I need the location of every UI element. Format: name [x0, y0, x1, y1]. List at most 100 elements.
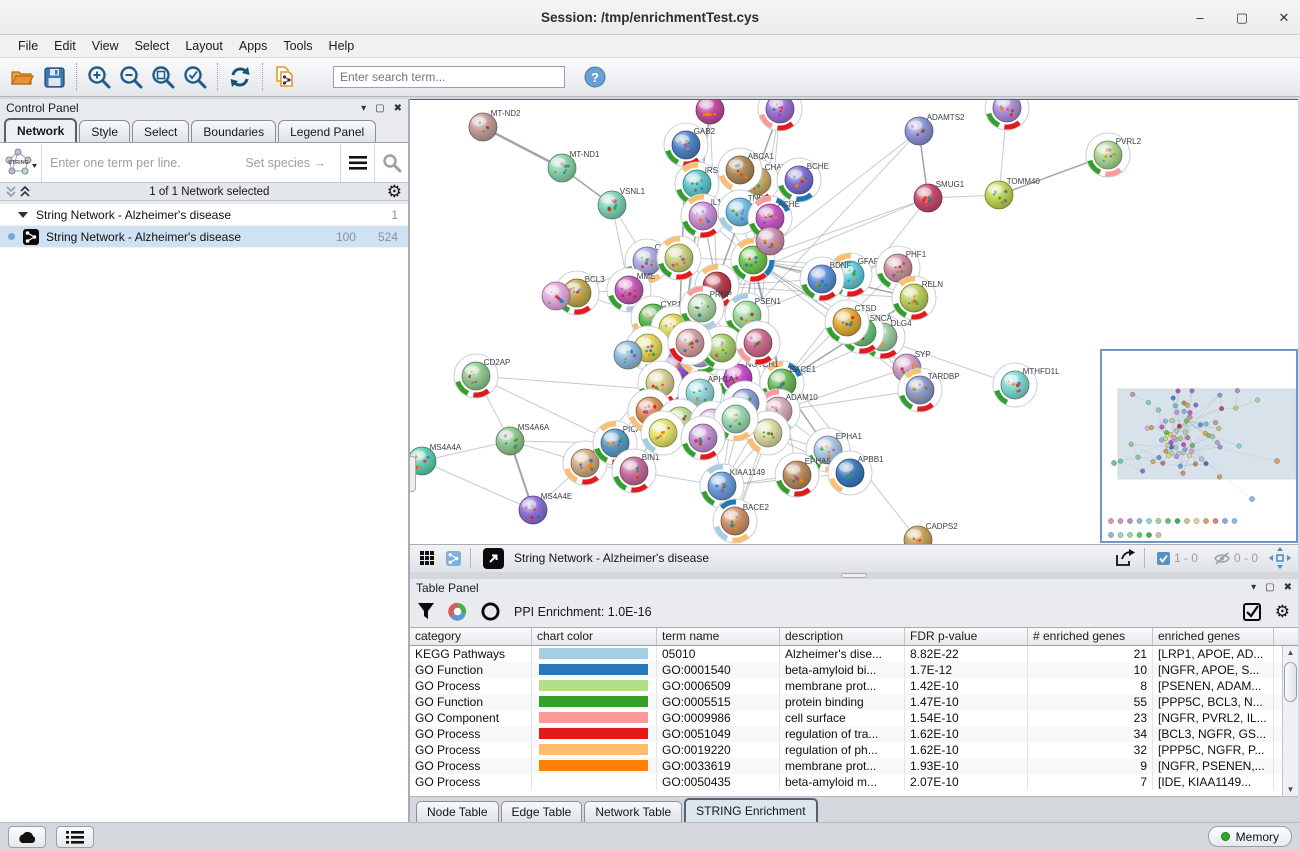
column-header-FDR-p-value[interactable]: FDR p-value [905, 628, 1028, 645]
network-node-mthfd1l[interactable]: MTHFD1L [993, 363, 1060, 407]
enrichment-settings-gear-icon[interactable]: ⚙ [1275, 603, 1290, 620]
scroll-up-icon[interactable]: ▲ [1284, 648, 1297, 657]
table-row[interactable]: GO ProcessGO:0050435beta-amyloid m...2.0… [410, 774, 1298, 790]
table-panel-menu-icon[interactable]: ▾ [1251, 582, 1256, 593]
filter-icon[interactable] [418, 603, 434, 620]
network-node[interactable] [985, 100, 1029, 130]
ring-chart-icon[interactable] [481, 602, 500, 621]
eye-slash-icon[interactable] [1214, 552, 1230, 565]
network-node-bace2[interactable]: BACE2 [713, 499, 769, 543]
table-scrollbar[interactable]: ▲ ▼ [1282, 646, 1298, 796]
network-node-bin1[interactable]: BIN1 [612, 449, 660, 493]
minimize-icon[interactable]: – [1192, 10, 1208, 25]
string-logo[interactable]: STRING [0, 144, 42, 182]
network-from-selection-button[interactable] [269, 61, 301, 93]
network-row-selected[interactable]: String Network - Alzheimer's disease 100… [0, 226, 408, 248]
network-node-ms4a4a[interactable]: MS4A4A [410, 443, 462, 475]
menu-view[interactable]: View [84, 39, 127, 53]
network-node-cd2ap[interactable]: CD2AP [454, 354, 510, 398]
zoom-out-button[interactable] [115, 61, 147, 93]
table-row[interactable]: GO FunctionGO:0005515protein binding1.47… [410, 694, 1298, 710]
network-node-tardbp[interactable]: TARDBP [898, 368, 960, 412]
panel-menu-icon[interactable]: ▾ [361, 103, 366, 114]
maximize-icon[interactable]: ▢ [1234, 10, 1250, 26]
open-session-button[interactable] [6, 61, 38, 93]
column-header-term-name[interactable]: term name [657, 628, 780, 645]
open-in-string-button[interactable] [483, 548, 504, 569]
set-species-label[interactable]: Set species → [245, 156, 332, 170]
table-row[interactable]: GO ProcessGO:0051049regulation of tra...… [410, 726, 1298, 742]
refresh-button[interactable] [224, 61, 256, 93]
cloud-tasks-button[interactable] [8, 826, 46, 848]
tab-style[interactable]: Style [79, 120, 130, 142]
network-node-reln[interactable]: RELN [892, 276, 943, 320]
table-row[interactable]: GO ProcessGO:0006509membrane prot...1.42… [410, 678, 1298, 694]
string-term-input[interactable]: Enter one term per line. Set species → [42, 156, 340, 170]
splitter-handle[interactable] [410, 456, 416, 492]
save-session-button[interactable] [38, 61, 70, 93]
network-node[interactable] [542, 282, 570, 310]
enrichment-chart-icon[interactable] [448, 602, 467, 621]
tab-network[interactable]: Network [4, 118, 77, 142]
network-node-adamts2[interactable]: ADAMTS2 [905, 113, 965, 145]
panel-divider[interactable] [410, 572, 1298, 579]
collapse-triangle-icon[interactable] [18, 212, 28, 218]
share-view-button[interactable] [440, 546, 466, 570]
scroll-down-icon[interactable]: ▼ [1284, 785, 1297, 794]
close-icon[interactable]: ✕ [1276, 10, 1292, 26]
column-header-chart-color[interactable]: chart color [532, 628, 657, 645]
network-node-bche[interactable]: BCHE [777, 158, 829, 202]
zoom-selected-button[interactable] [179, 61, 211, 93]
tab-boundaries[interactable]: Boundaries [191, 120, 276, 142]
network-node-tomm40[interactable]: TOMM40 [985, 177, 1040, 209]
tab-legend-panel[interactable]: Legend Panel [278, 120, 376, 142]
network-node[interactable] [681, 416, 725, 460]
tab-string-enrichment[interactable]: STRING Enrichment [684, 798, 817, 822]
table-panel-float-icon[interactable]: ▢ [1265, 582, 1274, 593]
task-history-button[interactable] [56, 826, 94, 848]
menu-help[interactable]: Help [321, 39, 363, 53]
search-input[interactable] [333, 66, 565, 88]
network-node-gab2[interactable]: GAB2 [664, 123, 716, 167]
network-node-epha5[interactable]: EPHA5 [775, 453, 831, 497]
zoom-in-button[interactable] [83, 61, 115, 93]
menu-tools[interactable]: Tools [275, 39, 320, 53]
network-node[interactable] [668, 321, 712, 365]
network-node-pvrl2[interactable]: PVRL2 [1086, 133, 1142, 177]
help-button[interactable]: ? [579, 61, 611, 93]
network-overview-inset[interactable] [1100, 349, 1298, 543]
network-node-cadps2[interactable]: CADPS2 [904, 522, 958, 544]
column-header-enriched-genes[interactable]: enriched genes [1153, 628, 1274, 645]
zoom-fit-button[interactable] [147, 61, 179, 93]
network-node-vsnl1[interactable]: VSNL1 [598, 187, 646, 219]
network-node[interactable] [736, 321, 780, 365]
tab-node-table[interactable]: Node Table [416, 801, 499, 822]
table-row[interactable]: GO ProcessGO:0033619membrane prot...1.93… [410, 758, 1298, 774]
network-collection-row[interactable]: String Network - Alzheimer's disease 1 [0, 204, 408, 226]
select-all-checkbox-icon[interactable] [1243, 603, 1261, 621]
tab-edge-table[interactable]: Edge Table [501, 801, 583, 822]
network-node[interactable] [614, 341, 642, 369]
selected-checkbox-icon[interactable] [1157, 552, 1170, 565]
table-row[interactable]: GO ComponentGO:0009986cell surface1.54E-… [410, 710, 1298, 726]
network-node[interactable] [641, 411, 685, 455]
tab-select[interactable]: Select [132, 120, 189, 142]
memory-button[interactable]: Memory [1208, 826, 1292, 847]
network-node-smug1[interactable]: SMUG1 [914, 180, 965, 212]
table-row[interactable]: GO FunctionGO:0001540beta-amyloid bi...1… [410, 662, 1298, 678]
network-node[interactable] [657, 236, 701, 280]
table-row[interactable]: GO ProcessGO:0019220regulation of ph...1… [410, 742, 1298, 758]
export-network-button[interactable] [1110, 542, 1140, 574]
network-node[interactable] [758, 100, 802, 131]
panel-float-icon[interactable]: ▢ [375, 103, 384, 114]
menu-edit[interactable]: Edit [46, 39, 84, 53]
menu-file[interactable]: File [10, 39, 46, 53]
scroll-thumb[interactable] [1284, 662, 1297, 702]
grid-view-button[interactable] [414, 546, 440, 570]
column-header--enriched-genes[interactable]: # enriched genes [1028, 628, 1153, 645]
network-node[interactable] [696, 100, 724, 124]
menu-select[interactable]: Select [127, 39, 178, 53]
network-node-mt-nd2[interactable]: MT-ND2 [469, 109, 521, 141]
table-row[interactable]: KEGG Pathways05010Alzheimer's dise...8.8… [410, 646, 1298, 662]
menu-apps[interactable]: Apps [231, 39, 276, 53]
